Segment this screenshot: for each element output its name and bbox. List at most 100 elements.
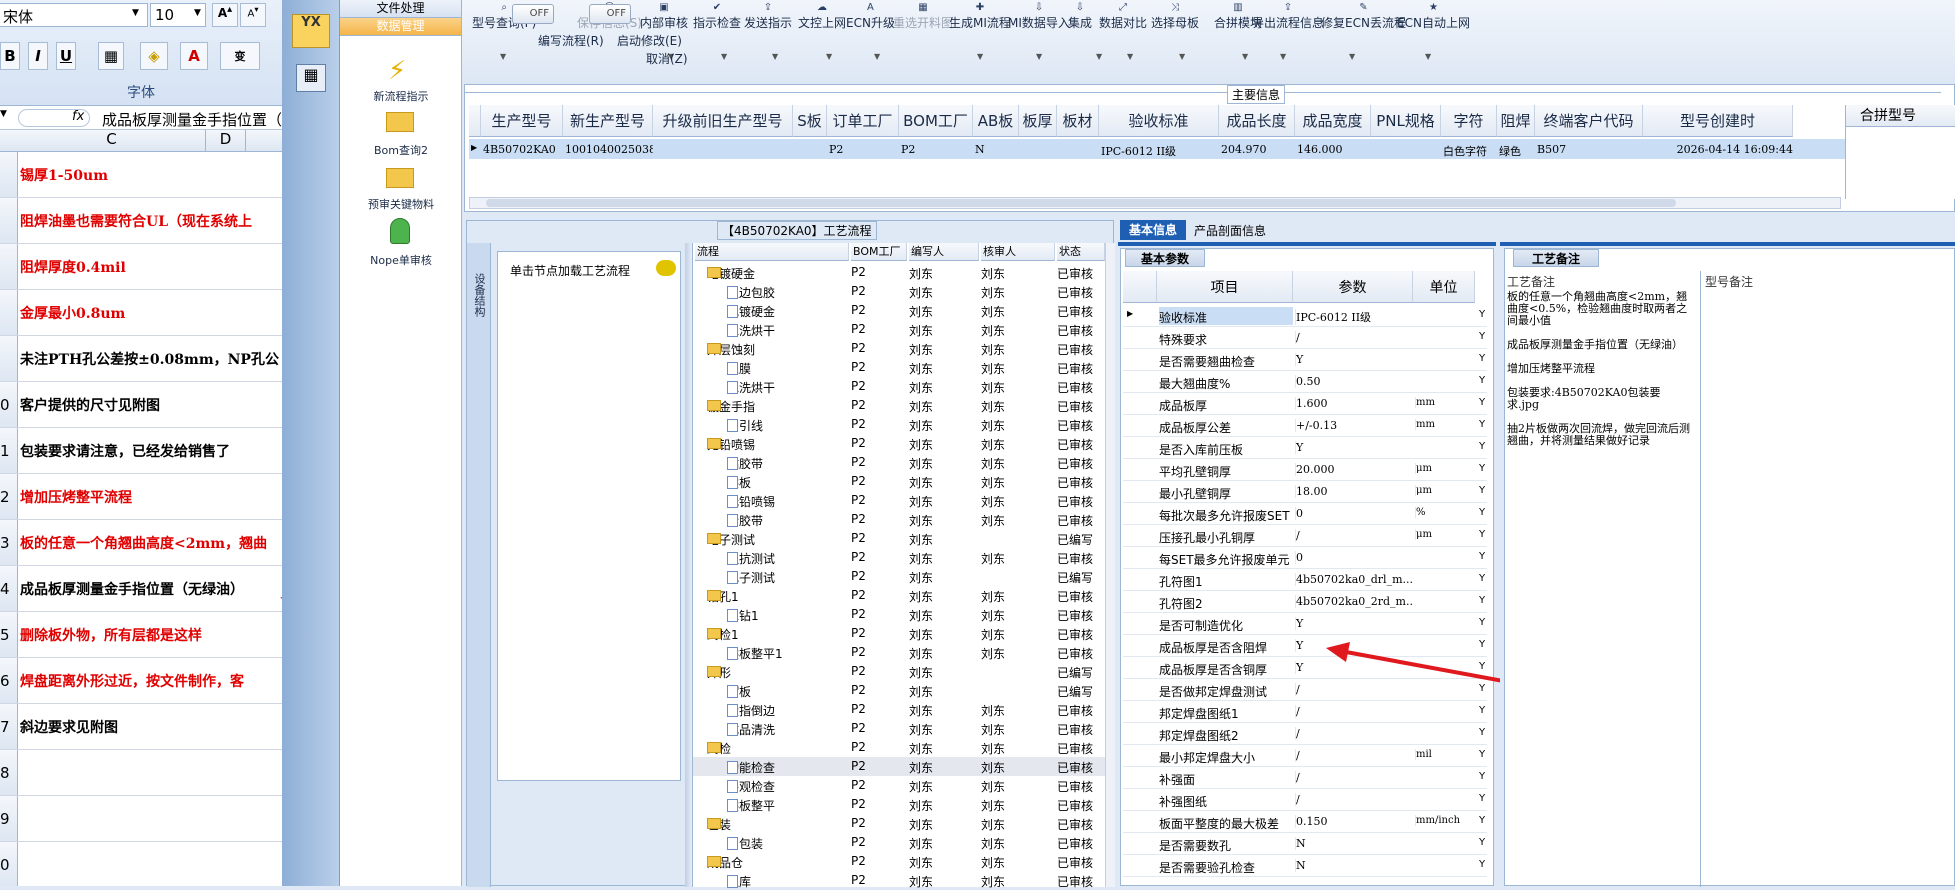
flow-node[interactable]: 电子测试 bbox=[727, 569, 775, 586]
toolbar-item-6[interactable]: ⇪ 发送指示 bbox=[744, 2, 792, 31]
flow-node[interactable]: 退膜 bbox=[727, 360, 751, 377]
flow-row[interactable]: 钻孔1 P2 刘东 刘东 已审核 bbox=[693, 586, 1105, 605]
param-name[interactable]: 成品板厚是否含阻焊 bbox=[1159, 639, 1293, 656]
param-value[interactable]: 0 bbox=[1295, 551, 1413, 564]
flow-row[interactable]: 外层蚀刻 P2 刘东 刘东 已审核 bbox=[693, 339, 1105, 358]
toolbar-label[interactable]: 修复ECN丢流程 bbox=[1321, 16, 1406, 30]
flow-row[interactable]: 终检 P2 刘东 刘东 已审核 bbox=[693, 738, 1105, 757]
params-header[interactable]: 单位 bbox=[1413, 271, 1475, 303]
param-unit[interactable]: mil bbox=[1415, 749, 1475, 760]
param-value[interactable]: 0.50 bbox=[1295, 375, 1413, 388]
param-name[interactable]: 是否入库前压板 bbox=[1159, 441, 1293, 458]
shrink-font-icon[interactable]: A▾ bbox=[240, 3, 266, 27]
note-paragraph[interactable]: 抽2片板做两次回流焊，做完回流后测翘曲，并将测量结果做好记录 bbox=[1507, 423, 1691, 447]
param-value[interactable]: 20.000 bbox=[1295, 463, 1413, 476]
flow-node[interactable]: 板边包胶 bbox=[727, 284, 775, 301]
param-name[interactable]: 板面平整度的最大极差 bbox=[1159, 815, 1293, 832]
note-paragraph[interactable]: 包装要求:4B50702KA0包装要求.jpg bbox=[1507, 387, 1691, 411]
border-icon[interactable]: ▦ bbox=[98, 42, 124, 70]
cell-text[interactable]: 斜边要求见附图 bbox=[18, 717, 118, 737]
flow-row[interactable]: 烘板整平1 P2 刘东 刘东 已审核 bbox=[693, 643, 1105, 662]
grid-cell[interactable] bbox=[795, 143, 827, 161]
toolbar-item-7[interactable]: ☁ 文控上网 bbox=[798, 2, 846, 31]
params-row[interactable]: 补强图纸 / Y bbox=[1123, 789, 1487, 811]
flow-node[interactable]: 无铅喷锡 bbox=[707, 436, 755, 453]
row-number[interactable]: 7 bbox=[0, 704, 18, 749]
flow-row[interactable]: 锣板 P2 刘东 已编写 bbox=[693, 681, 1105, 700]
params-row[interactable]: ▶ 验收标准 IPC-6012 II级 Y bbox=[1123, 305, 1487, 327]
params-row[interactable]: 最小邦定焊盘大小 / mil Y bbox=[1123, 745, 1487, 767]
toolbar-label[interactable]: ECN升级 bbox=[846, 16, 895, 30]
merge-model-header[interactable]: 合拼型号 bbox=[1846, 105, 1955, 127]
cell-text[interactable]: 阻焊油墨也需要符合UL（现在系统上 bbox=[18, 211, 252, 231]
toolbar-label[interactable]: 选择母板 bbox=[1151, 16, 1199, 30]
param-value[interactable]: / bbox=[1295, 771, 1413, 784]
grid-cell[interactable]: P2 bbox=[901, 143, 973, 161]
chevron-down-icon[interactable]: ▼ bbox=[132, 8, 139, 18]
flow-row[interactable]: 贴胶带 P2 刘东 刘东 已审核 bbox=[693, 453, 1105, 472]
flow-row[interactable]: 电镀硬金 P2 刘东 刘东 已审核 bbox=[693, 263, 1105, 282]
nav-item-new-flow[interactable]: 新流程指示 bbox=[340, 88, 462, 104]
param-name[interactable]: 邦定焊盘图纸2 bbox=[1159, 727, 1293, 744]
side-tab[interactable]: 设备结构 bbox=[467, 243, 491, 887]
flow-node[interactable]: 镀金手指 bbox=[707, 398, 755, 415]
params-row[interactable]: 邦定焊盘图纸2/ Y bbox=[1123, 723, 1487, 745]
flow-node[interactable]: 烘板 bbox=[727, 474, 751, 491]
flow-node[interactable]: 电镀硬金 bbox=[707, 265, 755, 282]
param-value[interactable]: / bbox=[1295, 529, 1413, 542]
tab-file-processing[interactable]: 文件处理 bbox=[340, 0, 461, 18]
grid-header[interactable]: 阻焊 bbox=[1497, 105, 1535, 137]
param-unit[interactable]: μm bbox=[1415, 485, 1475, 496]
row-number[interactable]: 0 bbox=[0, 842, 18, 886]
params-row[interactable]: 板面平整度的最大极差 0.150 mm/inch Y bbox=[1123, 811, 1487, 833]
params-row[interactable]: 最大翘曲度% 0.50 Y bbox=[1123, 371, 1487, 393]
param-name[interactable]: 压接孔最小孔铜厚 bbox=[1159, 529, 1293, 546]
bold-icon[interactable]: B bbox=[0, 42, 20, 70]
row-number[interactable] bbox=[0, 244, 18, 289]
flow-row[interactable]: 无铅喷锡 P2 刘东 刘东 已审核 bbox=[693, 434, 1105, 453]
flow-node[interactable]: 贴胶带 bbox=[727, 455, 763, 472]
grid-header[interactable]: 板厚 bbox=[1019, 105, 1057, 137]
hint-text[interactable]: 单击节点加载工艺流程 bbox=[510, 262, 630, 279]
param-name[interactable]: 最小邦定焊盘大小 bbox=[1159, 749, 1293, 766]
chevron-down-icon[interactable]: ▼ bbox=[1127, 52, 1133, 61]
param-name[interactable]: 特殊要求 bbox=[1159, 331, 1293, 348]
flow-row[interactable]: 外观检查 P2 刘东 刘东 已审核 bbox=[693, 776, 1105, 795]
param-value[interactable]: / bbox=[1295, 793, 1413, 806]
flow-node[interactable]: 外观检查 bbox=[727, 778, 775, 795]
grid-cell[interactable]: N bbox=[975, 143, 1019, 161]
grid-header[interactable]: BOM工厂 bbox=[899, 105, 973, 137]
flow-row[interactable]: 金指倒边 P2 刘东 刘东 已审核 bbox=[693, 700, 1105, 719]
params-row[interactable]: 特殊要求 / Y bbox=[1123, 327, 1487, 349]
param-value[interactable]: / bbox=[1295, 749, 1413, 762]
params-row[interactable]: 补强面 / Y bbox=[1123, 767, 1487, 789]
flow-node[interactable]: 终检1 bbox=[707, 626, 739, 643]
flow-node[interactable]: 终检 bbox=[707, 740, 731, 757]
folder-icon[interactable] bbox=[386, 112, 414, 132]
flow-header[interactable]: BOM工厂 bbox=[851, 243, 907, 261]
row-number[interactable]: 3 bbox=[0, 520, 18, 565]
chevron-down-icon[interactable]: ▼ bbox=[1036, 52, 1042, 61]
side-tab-label[interactable]: 设备结构 bbox=[471, 273, 487, 317]
param-value[interactable]: 18.00 bbox=[1295, 485, 1413, 498]
flow-node[interactable]: 内包装 bbox=[727, 835, 763, 852]
param-unit[interactable]: mm bbox=[1415, 397, 1475, 408]
col-c-header[interactable]: C bbox=[18, 130, 206, 152]
tab-profile-info[interactable]: 产品剖面信息 bbox=[1194, 222, 1266, 239]
toolbar-item-11[interactable]: ⇩ MI数据导入 bbox=[1008, 2, 1070, 31]
params-header[interactable]: 项目 bbox=[1157, 271, 1293, 303]
param-value[interactable]: Y bbox=[1295, 617, 1413, 630]
flow-node[interactable]: 电镀硬金 bbox=[727, 303, 775, 320]
flow-node[interactable]: 外形 bbox=[707, 664, 731, 681]
flow-node[interactable]: 功能检查 bbox=[727, 759, 775, 776]
cell-text[interactable]: 增加压烤整平流程 bbox=[18, 487, 132, 507]
param-name[interactable]: 孔符图1 bbox=[1159, 573, 1293, 590]
flow-node[interactable]: 外层蚀刻 bbox=[707, 341, 755, 358]
vertical-scrollbar[interactable] bbox=[1105, 243, 1115, 887]
off-toggle[interactable]: OFF bbox=[512, 4, 554, 24]
param-value[interactable]: IPC-6012 II级 bbox=[1295, 309, 1413, 325]
param-name[interactable]: 补强图纸 bbox=[1159, 793, 1293, 810]
params-row[interactable]: 最小孔壁铜厚 18.00 μm Y bbox=[1123, 481, 1487, 503]
param-value[interactable]: Y bbox=[1295, 353, 1413, 366]
flow-row[interactable]: 包装 P2 刘东 刘东 已审核 bbox=[693, 814, 1105, 833]
